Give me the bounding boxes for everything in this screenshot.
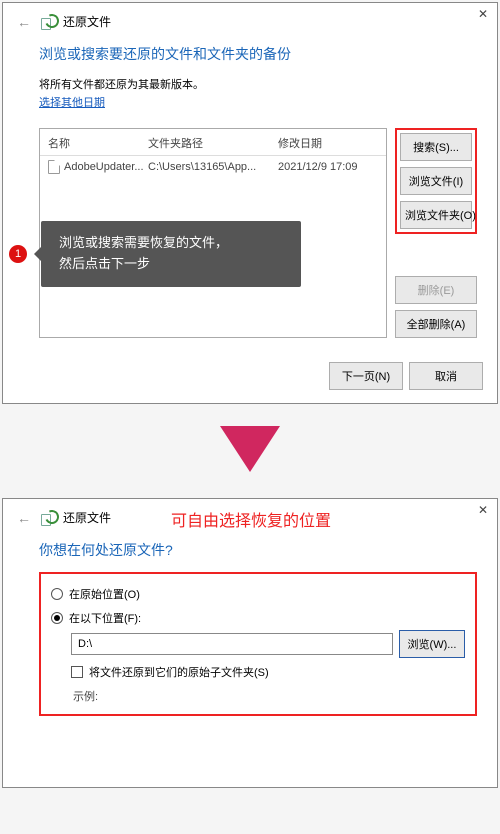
restore-dialog-step2: ✕ 可自由选择恢复的位置 ← 还原文件 你想在何处还原文件? 在原始位置(O) … (2, 498, 498, 788)
radio-icon[interactable] (51, 588, 63, 600)
tooltip-step-badge: 1 (9, 245, 27, 263)
restore-app-icon (39, 510, 55, 526)
back-arrow-icon[interactable]: ← (17, 510, 31, 526)
table-row[interactable]: AdobeUpdater... C:\Users\13165\App... 20… (40, 156, 386, 178)
col-header-name[interactable]: 名称 (48, 135, 148, 151)
dialog-footer: 下一页(N) 取消 (3, 352, 497, 404)
radio-original-location[interactable]: 在原始位置(O) (51, 582, 465, 606)
search-button[interactable]: 搜索(S)... (400, 133, 472, 161)
remove-group: 删除(E) 全部删除(A) (395, 276, 477, 338)
cell-date: 2021/12/9 17:09 (278, 161, 378, 173)
browse-path-button[interactable]: 浏览(W)... (399, 630, 465, 658)
example-label: 示例: (51, 680, 465, 704)
restore-path-input[interactable] (71, 633, 393, 655)
flow-arrow-icon (0, 426, 500, 476)
tooltip-body: 浏览或搜索需要恢复的文件， 然后点击下一步 (41, 221, 301, 287)
choose-other-date-link[interactable]: 选择其他日期 (39, 94, 477, 110)
title-bar: ← 还原文件 (3, 3, 497, 34)
col-header-path[interactable]: 文件夹路径 (148, 135, 278, 151)
dialog-content: 浏览或搜索要还原的文件和文件夹的备份 将所有文件都还原为其最新版本。 选择其他日… (3, 34, 497, 352)
delete-all-button[interactable]: 全部删除(A) (395, 310, 477, 338)
restore-subline: 将所有文件都还原为其最新版本。 (39, 76, 477, 92)
cancel-button[interactable]: 取消 (409, 362, 483, 390)
location-options-highlight: 在原始位置(O) 在以下位置(F): 浏览(W)... 将文件还原到它们的原始子… (39, 572, 477, 716)
browse-folder-button[interactable]: 浏览文件夹(O) (400, 201, 472, 229)
radio-icon[interactable] (51, 612, 63, 624)
side-buttons: 搜索(S)... 浏览文件(I) 浏览文件夹(O) 删除(E) 全部删除(A) (395, 128, 477, 338)
delete-button[interactable]: 删除(E) (395, 276, 477, 304)
browse-file-button[interactable]: 浏览文件(I) (400, 167, 472, 195)
dialog-title: 还原文件 (63, 13, 111, 30)
tooltip-arrow-icon (26, 246, 42, 262)
close-icon[interactable]: ✕ (469, 499, 497, 521)
cell-name: AdobeUpdater... (48, 160, 148, 174)
custom-path-row: 浏览(W)... (51, 630, 465, 658)
dialog-content: 你想在何处还原文件? 在原始位置(O) 在以下位置(F): 浏览(W)... 将… (3, 530, 497, 730)
document-icon (48, 160, 60, 174)
file-list-header: 名称 文件夹路径 修改日期 (40, 129, 386, 156)
restore-subfolders-row[interactable]: 将文件还原到它们的原始子文件夹(S) (51, 658, 465, 680)
restore-app-icon (39, 14, 55, 30)
close-icon[interactable]: ✕ (469, 3, 497, 25)
col-header-date[interactable]: 修改日期 (278, 135, 378, 151)
highlight-search-browse: 搜索(S)... 浏览文件(I) 浏览文件夹(O) (395, 128, 477, 234)
radio-custom-location[interactable]: 在以下位置(F): (51, 606, 465, 630)
dialog-heading: 你想在何处还原文件? (39, 540, 477, 560)
restore-dialog-step1: ✕ ← 还原文件 浏览或搜索要还原的文件和文件夹的备份 将所有文件都还原为其最新… (2, 2, 498, 404)
annotation-location-choice: 可自由选择恢复的位置 (171, 507, 331, 531)
dialog-heading: 浏览或搜索要还原的文件和文件夹的备份 (39, 44, 477, 64)
dialog-title: 还原文件 (63, 509, 111, 526)
checkbox-icon[interactable] (71, 666, 83, 678)
cell-path: C:\Users\13165\App... (148, 161, 278, 173)
next-button[interactable]: 下一页(N) (329, 362, 403, 390)
tooltip-callout: 1 浏览或搜索需要恢复的文件， 然后点击下一步 (9, 221, 301, 287)
back-arrow-icon[interactable]: ← (17, 14, 31, 30)
